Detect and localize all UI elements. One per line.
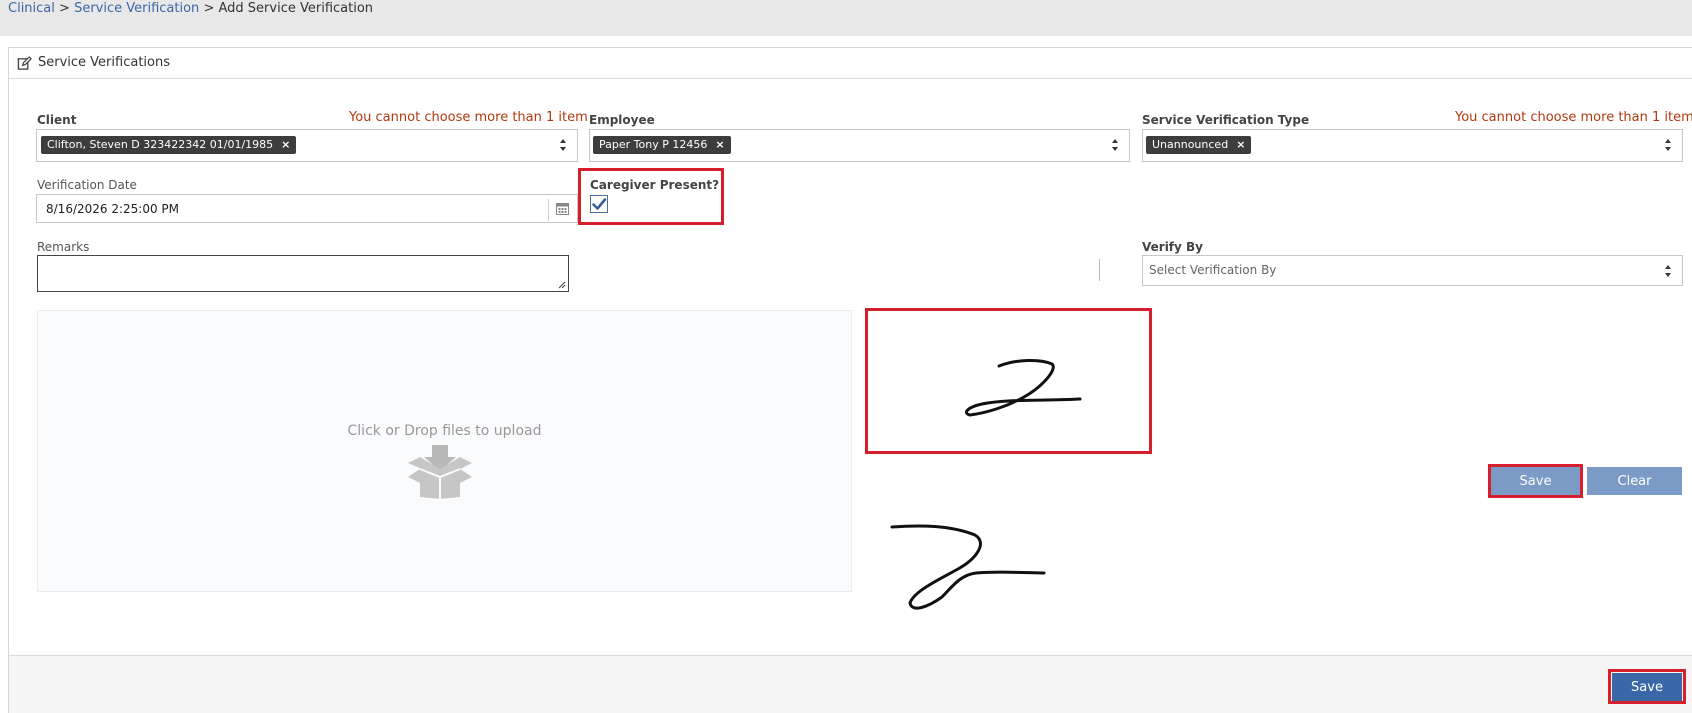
service-verification-type-select[interactable]: Unannounced × (1142, 129, 1683, 162)
breadcrumb-current: Add Service Verification (218, 1, 374, 16)
employee-select[interactable]: Paper Tony P 12456 × (589, 129, 1130, 162)
signature-clear-button[interactable]: Clear (1587, 467, 1682, 495)
service-verification-type-label: Service Verification Type (1142, 113, 1310, 127)
top-bar: Clinical > Service Verification > Add Se… (0, 0, 1692, 36)
client-select[interactable]: Clifton, Steven D 323422342 01/01/1985 × (36, 129, 578, 162)
calendar-icon[interactable] (556, 202, 569, 215)
breadcrumb: Clinical > Service Verification > Add Se… (8, 1, 373, 16)
caregiver-present-label: Caregiver Present? (590, 178, 720, 192)
form-footer (9, 655, 1692, 713)
service-verification-type-error-message: You cannot choose more than 1 item (1455, 110, 1692, 125)
close-icon[interactable]: × (281, 138, 290, 151)
upload-instructions: Click or Drop files to upload (347, 423, 542, 439)
breadcrumb-link-service-verification[interactable]: Service Verification (74, 1, 199, 16)
sort-arrows-icon (560, 139, 566, 151)
remarks-textarea[interactable] (37, 255, 569, 292)
breadcrumb-separator: > (59, 1, 70, 16)
date-separator (548, 199, 549, 221)
employee-tag-label: Paper Tony P 12456 (599, 138, 708, 151)
breadcrumb-link-clinical[interactable]: Clinical (8, 1, 55, 16)
remarks-label: Remarks (37, 240, 90, 254)
employee-label: Employee (589, 113, 655, 127)
signature-canvas-highlight (865, 308, 1152, 454)
signature-preview-image (890, 524, 1046, 610)
verify-by-select[interactable]: Select Verification By (1142, 255, 1683, 286)
sort-arrows-icon (1665, 265, 1671, 277)
close-icon[interactable]: × (1236, 138, 1245, 151)
verification-date-value: 8/16/2026 2:25:00 PM (46, 202, 180, 216)
panel-header: Service Verifications (9, 48, 1692, 79)
client-label: Client (37, 113, 77, 127)
service-verification-type-tag-label: Unannounced (1152, 138, 1229, 151)
verify-by-placeholder: Select Verification By (1149, 263, 1277, 277)
panel-title: Service Verifications (38, 55, 170, 70)
checkmark-icon (592, 198, 607, 210)
caregiver-present-checkbox[interactable] (590, 195, 608, 213)
breadcrumb-separator: > (203, 1, 215, 16)
verify-by-label: Verify By (1142, 240, 1203, 254)
service-verification-type-tag: Unannounced × (1146, 136, 1252, 154)
close-icon[interactable]: × (715, 138, 724, 151)
client-tag-label: Clifton, Steven D 323422342 01/01/1985 (47, 138, 274, 151)
client-tag: Clifton, Steven D 323422342 01/01/1985 × (41, 136, 297, 154)
edit-icon (17, 56, 32, 70)
divider (1099, 259, 1100, 281)
client-error-message: You cannot choose more than 1 item (349, 110, 588, 125)
verification-date-label: Verification Date (37, 178, 137, 192)
resize-handle-icon[interactable] (557, 280, 566, 289)
sort-arrows-icon (1665, 139, 1671, 151)
sort-arrows-icon (1112, 139, 1118, 151)
employee-tag: Paper Tony P 12456 × (593, 136, 731, 154)
signature-save-highlight (1488, 464, 1583, 498)
footer-save-highlight (1608, 669, 1686, 704)
file-upload-dropzone[interactable]: Click or Drop files to upload (37, 310, 852, 592)
box-upload-icon (408, 445, 472, 499)
verification-date-input[interactable]: 8/16/2026 2:25:00 PM (36, 194, 578, 223)
